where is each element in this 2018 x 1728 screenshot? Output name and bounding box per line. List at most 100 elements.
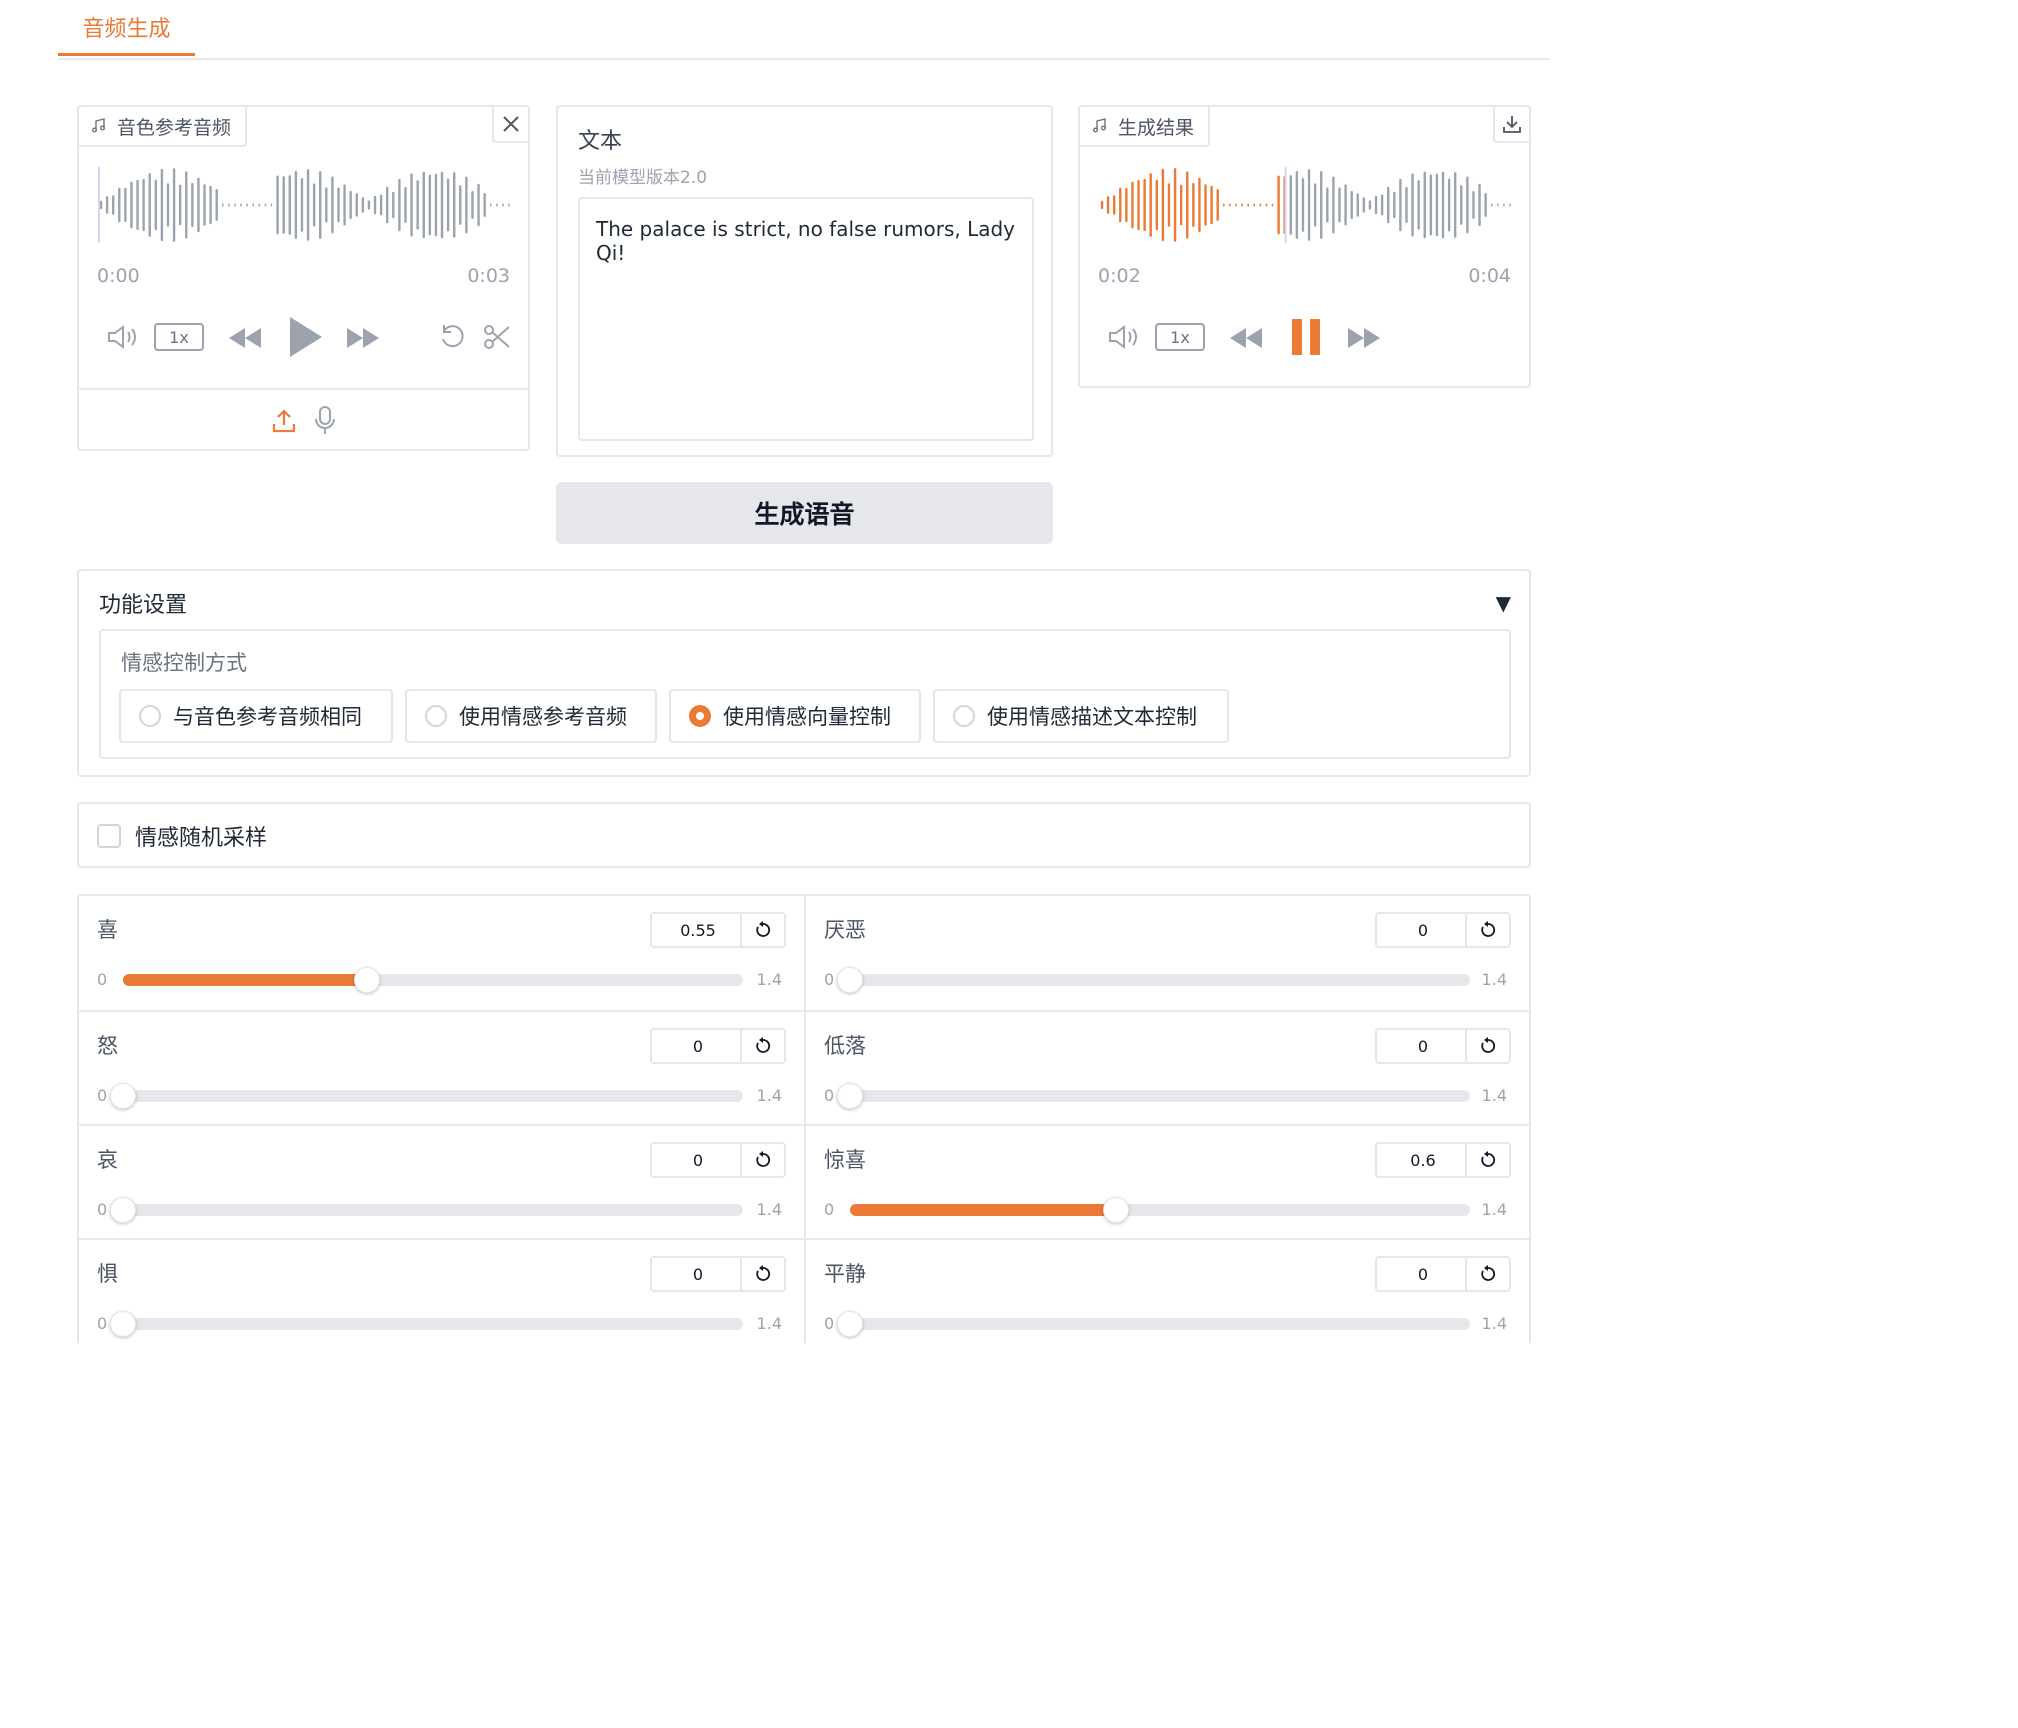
reference-rate-button[interactable]: 1x: [154, 323, 204, 351]
emotion-slider-thumb[interactable]: [110, 1311, 136, 1337]
emotion-slider-track[interactable]: [837, 1311, 1470, 1337]
reset-button[interactable]: [740, 914, 784, 946]
emotion-value-box: 0.55: [650, 912, 786, 948]
text-label: 文本: [578, 129, 623, 154]
emotion-slider-track[interactable]: [110, 1311, 743, 1337]
reset-icon: [756, 1151, 771, 1167]
emotion-value-input[interactable]: 0: [652, 1258, 744, 1290]
emotion-value-input[interactable]: 0: [652, 1030, 744, 1062]
generated-waveform[interactable]: [1098, 165, 1514, 245]
radio-emotion-vector[interactable]: 使用情感向量控制: [669, 689, 921, 743]
reference-volume-button[interactable]: [105, 321, 141, 353]
reference-forward-button[interactable]: [345, 323, 381, 353]
emotion-slider-track[interactable]: [110, 1083, 743, 1109]
radio-label: 使用情感参考音频: [459, 705, 627, 729]
reset-button[interactable]: [1465, 1258, 1509, 1290]
slider-min-label: 0: [97, 1086, 108, 1105]
radio-label: 使用情感向量控制: [723, 705, 891, 729]
reference-undo-button[interactable]: [437, 321, 469, 353]
slider-max-label: 1.4: [756, 1314, 782, 1333]
undo-icon: [442, 325, 464, 348]
fast-forward-icon: [1348, 328, 1380, 348]
emotion-slider-track[interactable]: [837, 1083, 1470, 1109]
reference-time-total: 0:03: [467, 265, 510, 287]
reset-icon: [1481, 1265, 1496, 1281]
emotion-slider-thumb[interactable]: [1103, 1197, 1129, 1223]
emotion-slider-thumb[interactable]: [110, 1197, 136, 1223]
generated-rate-button[interactable]: 1x: [1155, 323, 1205, 351]
emotion-slider-thumb[interactable]: [837, 1311, 863, 1337]
settings-accordion: 功能设置 ▼ 情感控制方式 与音色参考音频相同 使用情感参考音频 使用情感向量控…: [77, 569, 1531, 777]
emotion-value-input[interactable]: 0: [1377, 1258, 1469, 1290]
reset-button[interactable]: [740, 1030, 784, 1062]
settings-title[interactable]: 功能设置: [99, 587, 187, 619]
emotion-slider-thumb[interactable]: [837, 1083, 863, 1109]
radio-circle[interactable]: [953, 705, 975, 727]
emotion-value-box: 0.6: [1375, 1142, 1511, 1178]
radio-same-as-reference[interactable]: 与音色参考音频相同: [119, 689, 393, 743]
radio-emotion-reference-audio[interactable]: 使用情感参考音频: [405, 689, 657, 743]
emotion-value-box: 0: [650, 1142, 786, 1178]
emotion-value-input[interactable]: 0: [1377, 914, 1469, 946]
reference-play-button[interactable]: [285, 315, 325, 359]
radio-circle-selected[interactable]: [689, 705, 711, 727]
slider-min-label: 0: [97, 1200, 108, 1219]
collapse-arrow-icon[interactable]: ▼: [1496, 591, 1511, 615]
tab-audio-generation[interactable]: 音频生成: [58, 0, 195, 56]
reset-button[interactable]: [740, 1144, 784, 1176]
emotion-slider-track[interactable]: [837, 967, 1470, 993]
slider-max-label: 1.4: [756, 970, 782, 989]
reference-source-bar: [79, 388, 528, 453]
emotion-slider-track[interactable]: [110, 1197, 743, 1223]
emotion-slider-label: 怒: [97, 1034, 118, 1058]
generated-time-total: 0:04: [1468, 265, 1511, 287]
emotion-value-input[interactable]: 0: [1377, 1030, 1469, 1062]
emotion-slider-thumb[interactable]: [837, 967, 863, 993]
generated-rewind-button[interactable]: [1228, 323, 1264, 353]
reset-icon: [756, 1037, 771, 1053]
reference-trim-button[interactable]: [481, 321, 513, 353]
reference-controls: 1x: [79, 315, 528, 359]
radio-circle[interactable]: [425, 705, 447, 727]
emotion-slider-label: 哀: [97, 1148, 118, 1172]
emotion-value-input[interactable]: 0.6: [1377, 1144, 1469, 1176]
emotion-slider-track[interactable]: [850, 1197, 1470, 1223]
reset-button[interactable]: [1465, 1030, 1509, 1062]
emotion-slider-cell: 平静 0 0 1.4: [804, 1238, 1529, 1343]
reset-button[interactable]: [1465, 1144, 1509, 1176]
model-version-info: 当前模型版本2.0: [578, 168, 708, 188]
random-sampling-checkbox[interactable]: [97, 824, 121, 848]
emotion-value-input[interactable]: 0: [652, 1144, 744, 1176]
reset-button[interactable]: [740, 1258, 784, 1290]
upload-button[interactable]: [269, 406, 299, 436]
reset-button[interactable]: [1465, 914, 1509, 946]
microphone-button[interactable]: [311, 404, 339, 436]
random-sampling-label[interactable]: 情感随机采样: [135, 820, 267, 852]
emotion-slider-cell: 惊喜 0.6 0 1.4: [804, 1124, 1529, 1238]
download-button[interactable]: [1493, 107, 1529, 143]
emotion-slider-label: 低落: [824, 1034, 866, 1058]
radio-emotion-text[interactable]: 使用情感描述文本控制: [933, 689, 1229, 743]
reference-audio-panel: 音色参考音频 0:00 0:03 1x: [77, 105, 530, 451]
rewind-icon: [1230, 328, 1262, 348]
generate-speech-button[interactable]: 生成语音: [556, 482, 1053, 544]
radio-circle[interactable]: [139, 705, 161, 727]
generated-pause-button[interactable]: [1286, 317, 1326, 357]
reference-rewind-button[interactable]: [227, 323, 263, 353]
emotion-value-input[interactable]: 0.55: [652, 914, 744, 946]
radio-label: 使用情感描述文本控制: [987, 705, 1197, 729]
reference-waveform[interactable]: [97, 165, 513, 245]
generated-forward-button[interactable]: [1346, 323, 1382, 353]
emotion-slider-thumb[interactable]: [354, 967, 380, 993]
text-input[interactable]: The palace is strict, no false rumors, L…: [578, 197, 1034, 441]
emotion-slider-label: 平静: [824, 1262, 866, 1286]
generated-volume-button[interactable]: [1106, 321, 1142, 353]
slider-max-label: 1.4: [756, 1086, 782, 1105]
emotion-slider-track[interactable]: [123, 967, 743, 993]
emotion-value-box: 0: [1375, 1028, 1511, 1064]
reference-audio-label-text: 音色参考音频: [117, 116, 232, 139]
emotion-value-box: 0: [650, 1028, 786, 1064]
clear-audio-button[interactable]: [492, 107, 528, 143]
slider-max-label: 1.4: [1481, 1314, 1507, 1333]
emotion-slider-thumb[interactable]: [110, 1083, 136, 1109]
